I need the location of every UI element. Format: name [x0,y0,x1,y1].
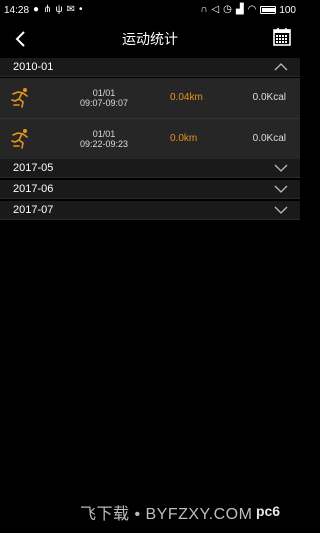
status-bar: 14:28 ● ⋔ ψ ✉ • ∩ ◁ ◷ ▟ ◠ 100 [0,0,300,20]
runner-icon [11,129,28,149]
record-distance: 0.0km [170,133,198,144]
share-icon: ⋔ [43,4,52,15]
chevron-left-icon [15,31,25,47]
alarm-icon: ◷ [223,4,232,15]
record-calories: 0.0Kcal [252,133,286,144]
month-header[interactable]: 2017-05 [0,159,300,178]
mail-icon: ✉ [66,4,75,15]
list-item[interactable]: 01/01 09:22-09:23 0.0km 0.0Kcal [0,119,300,159]
month-header[interactable]: 2017-06 [0,180,300,199]
chevron-down-icon [274,206,288,214]
app-header: 运动统计 [0,20,300,57]
calendar-icon [273,28,291,46]
status-time: 14:28 [4,4,30,16]
headphones-icon: ∩ [200,4,208,15]
page-title: 运动统计 [122,30,178,47]
month-label: 2017-06 [13,183,54,195]
back-button[interactable] [10,28,30,50]
month-label: 2010-01 [13,61,54,73]
status-bar-left: 14:28 ● ⋔ ψ ✉ • [4,5,83,16]
record-distance: 0.04km [170,92,203,103]
chevron-down-icon [274,185,288,193]
record-date: 01/01 [92,129,116,139]
chevron-up-icon [274,63,288,71]
runner-icon [11,88,28,108]
battery-percent: 100 [279,4,296,16]
month-header[interactable]: 2010-01 [0,58,300,77]
usb-icon: ψ [55,4,63,15]
month-label: 2017-05 [13,162,54,174]
calendar-button[interactable] [272,27,292,47]
chevron-down-icon [274,164,288,172]
more-notifications-icon: • [79,4,83,15]
battery-fill [262,8,275,12]
status-bar-right: ∩ ◁ ◷ ▟ ◠ 100 [200,5,296,16]
list-item[interactable]: 01/01 09:07-09:07 0.04km 0.0Kcal [0,78,300,118]
battery-icon [260,6,277,14]
watermark-logo: pc6 [255,503,281,519]
record-time-range: 09:07-09:07 [79,98,129,108]
record-calories: 0.0Kcal [252,92,286,103]
month-label: 2017-07 [13,204,54,216]
record-date: 01/01 [92,88,116,98]
month-header[interactable]: 2017-07 [0,201,300,220]
wifi-icon: ◠ [247,4,257,15]
message-icon: ● [33,4,40,15]
record-time-range: 09:22-09:23 [79,139,129,149]
signal-icon: ▟ [235,4,244,15]
mute-icon: ◁ [211,4,220,15]
watermark-text: 飞下载 • BYFZXY.COM [80,506,253,523]
